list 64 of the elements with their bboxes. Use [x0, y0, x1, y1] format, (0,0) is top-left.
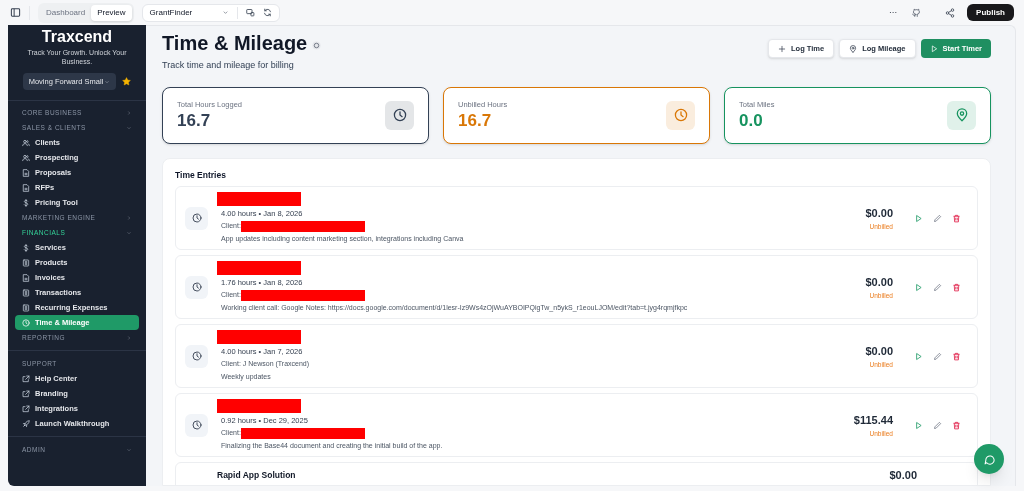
- entry-amount: $0.00: [865, 275, 893, 291]
- help-icon[interactable]: [312, 40, 322, 50]
- page-title: Time & Mileage: [162, 31, 308, 56]
- trash-icon[interactable]: [952, 420, 961, 430]
- rocket-icon: [22, 419, 30, 428]
- clock-icon: [191, 213, 202, 224]
- chevron-down-icon: [104, 78, 111, 85]
- clock-icon: [191, 351, 202, 362]
- plus-icon: [778, 44, 786, 53]
- clock-icon: [673, 108, 688, 122]
- entry-title: Rapid App Solution: [217, 468, 297, 482]
- location-pin-icon: [954, 108, 969, 122]
- share-icon[interactable]: [945, 7, 956, 18]
- trash-icon[interactable]: [952, 351, 961, 361]
- sidebar-toggle-icon[interactable]: [10, 7, 21, 18]
- pencil-icon[interactable]: [933, 282, 942, 292]
- location-pin-icon: [849, 44, 858, 53]
- play-icon: [929, 44, 938, 53]
- pencil-icon[interactable]: [933, 213, 942, 223]
- external-link-icon: [22, 389, 30, 398]
- dollar-icon: [22, 243, 30, 252]
- pencil-icon[interactable]: [933, 420, 942, 430]
- more-button[interactable]: ···: [889, 6, 898, 19]
- top-tab[interactable]: Dashboard: [40, 4, 92, 21]
- brand-name: Traxcend: [41, 28, 113, 46]
- clock-icon: [191, 420, 202, 431]
- people-icon: [22, 153, 30, 162]
- stat-value: 16.7: [177, 110, 212, 131]
- clock-icon: [392, 108, 407, 122]
- document-icon: [22, 183, 30, 192]
- external-link-icon: [22, 404, 30, 413]
- document-icon: [22, 168, 30, 177]
- top-tab[interactable]: Preview: [91, 4, 132, 21]
- document-icon: [22, 273, 30, 282]
- stat-value: 16.7: [458, 110, 493, 131]
- section-title: Time Entries: [175, 168, 227, 182]
- play-icon[interactable]: [914, 420, 923, 430]
- play-icon[interactable]: [914, 351, 923, 361]
- receipt-icon: [22, 288, 30, 297]
- entry-amount: $0.00: [889, 468, 917, 483]
- publish-button[interactable]: Publish: [967, 4, 1014, 21]
- chat-bubble-icon: [983, 453, 995, 465]
- people-icon: [22, 138, 30, 147]
- pencil-icon[interactable]: [933, 351, 942, 361]
- entry-amount: $0.00: [865, 344, 893, 360]
- page-subtitle: Track time and mileage for billing: [162, 59, 295, 72]
- play-icon[interactable]: [914, 282, 923, 292]
- trash-icon[interactable]: [952, 282, 961, 292]
- receipt-icon: [22, 258, 30, 267]
- chevron-down-icon: [222, 9, 230, 16]
- stat-value: 0.0: [739, 110, 764, 131]
- dollar-icon: [22, 198, 30, 207]
- entry-amount: $115.44: [853, 413, 893, 429]
- receipt-icon: [22, 303, 30, 312]
- star-icon[interactable]: [122, 77, 132, 86]
- entry-amount: $0.00: [865, 206, 893, 222]
- clock-icon: [22, 318, 30, 327]
- chevron-down-icon: [126, 446, 132, 453]
- trash-icon[interactable]: [952, 213, 961, 223]
- external-link-icon: [22, 374, 30, 383]
- screens-icon[interactable]: [246, 8, 256, 17]
- refresh-icon[interactable]: [263, 8, 273, 17]
- play-icon[interactable]: [914, 213, 923, 223]
- clock-icon: [191, 282, 202, 293]
